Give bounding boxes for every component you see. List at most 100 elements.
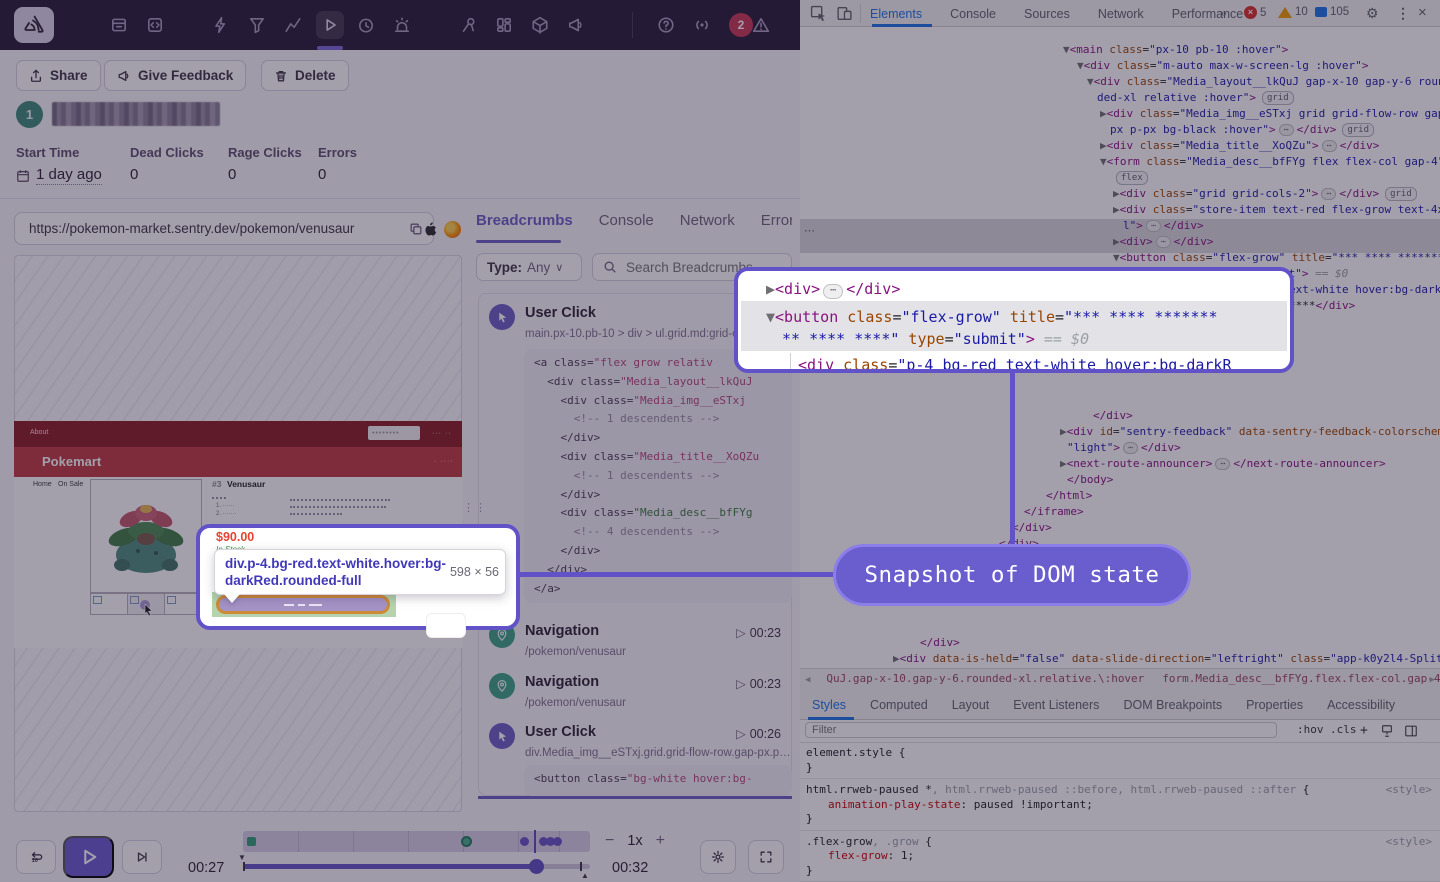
more-tabs-icon[interactable]: » <box>1220 6 1227 20</box>
sentry-logo[interactable] <box>14 7 54 43</box>
code-line[interactable]: ▼<div class="Media_layout__lkQuJ gap-x-1… <box>1087 74 1440 89</box>
code-line[interactable]: ▶<div>⋯</div> <box>1113 234 1214 249</box>
code-line[interactable]: </div> <box>1012 520 1052 535</box>
devtools-tab-console[interactable]: Console <box>950 7 996 21</box>
css-rule-origin[interactable]: <style> <box>1386 835 1432 850</box>
styles-tab-properties[interactable]: Properties <box>1246 698 1303 712</box>
nav-releases[interactable] <box>243 11 271 39</box>
code-line[interactable]: </div> <box>920 635 960 650</box>
css-rule[interactable]: .flex-grow, .grow {flex-grow: 1;}<style> <box>800 831 1440 882</box>
breadcrumb-title[interactable]: User Click <box>525 724 596 740</box>
nav-whats-new[interactable] <box>562 11 590 39</box>
styles-tab-dom-breakpoints[interactable]: DOM Breakpoints <box>1123 698 1222 712</box>
pokemart-nav-home[interactable]: Home <box>33 481 52 488</box>
code-line[interactable]: ▶<div class="store-item text-red flex-gr… <box>1113 202 1440 217</box>
nav-help[interactable] <box>652 11 680 39</box>
speed-decrease-button[interactable]: − <box>605 832 614 850</box>
code-line[interactable]: </html> <box>1046 488 1092 503</box>
css-property[interactable]: animation-play-state: paused !important; <box>806 798 1434 813</box>
seek-bar[interactable] <box>243 864 590 869</box>
player-settings-button[interactable] <box>700 840 736 874</box>
share-button[interactable]: Share <box>16 60 101 91</box>
tab-network[interactable]: Network <box>680 212 735 229</box>
code-line[interactable]: </iframe> <box>1024 504 1084 519</box>
nav-crons[interactable] <box>352 11 380 39</box>
devtools-tab-elements[interactable]: Elements <box>870 7 922 21</box>
devtools-tab-sources[interactable]: Sources <box>1024 7 1070 21</box>
fullscreen-button[interactable] <box>748 840 784 874</box>
console-warning-badge[interactable]: 10 <box>1278 6 1308 18</box>
class-toggle[interactable]: .cls <box>1330 723 1357 736</box>
devtools-tab-network[interactable]: Network <box>1098 7 1144 21</box>
code-line[interactable]: px p-px bg-black :hover">⋯</div>grid <box>1110 122 1374 137</box>
nav-dashboards[interactable] <box>490 11 518 39</box>
console-message-badge[interactable]: 105 <box>1315 6 1349 18</box>
code-line[interactable]: ▶<div class="Media_title__XoQZu">⋯</div> <box>1100 138 1379 153</box>
nav-feedback[interactable] <box>454 11 482 39</box>
hover-state-toggle[interactable]: :hov <box>1297 723 1324 736</box>
devtools-menu-icon[interactable]: ⋮ <box>1396 5 1410 21</box>
inspected-button-highlight[interactable] <box>216 595 390 614</box>
device-toolbar-icon[interactable] <box>836 5 853 22</box>
code-line[interactable]: ded-xl relative :hover">grid <box>1097 90 1294 105</box>
code-line[interactable]: ▶<next-route-announcer>⋯</next-route-ann… <box>1060 456 1386 471</box>
pokemart-nav-onsale[interactable]: On Sale <box>58 481 83 488</box>
breadcrumb-type-filter[interactable]: Type: Any ∨ <box>476 253 582 281</box>
console-error-badge[interactable]: ×5 <box>1244 6 1266 19</box>
play-button[interactable] <box>63 836 114 878</box>
inspect-element-icon[interactable] <box>810 5 827 22</box>
code-line[interactable]: ▶<div class="Media_img__eSTxj grid grid-… <box>1100 106 1440 121</box>
speed-increase-button[interactable]: + <box>656 832 665 850</box>
dom-breadcrumb[interactable]: QuJ.gap-x-10.gap-y-6.rounded-xl.relative… <box>826 672 1144 687</box>
code-line[interactable]: l">⋯</div> <box>1123 218 1204 233</box>
code-line[interactable]: ▼<div class="m-auto max-w-screen-lg :hov… <box>1077 58 1368 73</box>
delete-button[interactable]: Delete <box>261 60 349 91</box>
pokemart-search-box[interactable]: •••••••• <box>368 426 420 440</box>
pokemart-about-link[interactable]: About <box>30 429 48 436</box>
nav-onboarding[interactable] <box>747 11 775 39</box>
give-feedback-button[interactable]: Give Feedback <box>104 60 246 91</box>
seek-handle[interactable] <box>529 859 544 874</box>
new-style-rule-button[interactable]: + <box>1360 723 1368 738</box>
code-line[interactable]: <div class="p-4 bg-red text-white hover:… <box>798 354 1231 373</box>
product-thumbnail-2[interactable] <box>127 593 165 615</box>
nav-discover[interactable] <box>526 11 554 39</box>
nav-projects[interactable] <box>141 11 169 39</box>
devtools-settings-icon[interactable]: ⚙ <box>1366 5 1379 21</box>
styles-tab-accessibility[interactable]: Accessibility <box>1327 698 1395 712</box>
tab-console[interactable]: Console <box>599 212 654 229</box>
code-line[interactable]: ▶<div>⋯</div> <box>766 278 900 300</box>
nav-replays-active[interactable] <box>316 11 344 39</box>
code-line[interactable]: </body> <box>1067 472 1113 487</box>
copy-icon[interactable] <box>409 222 423 236</box>
styles-tab-computed[interactable]: Computed <box>870 698 928 712</box>
element-state-icon[interactable] <box>1380 724 1394 738</box>
tab-breadcrumbs[interactable]: Breadcrumbs <box>476 212 573 229</box>
crumb-scroll-right-icon[interactable]: ▶ <box>1430 675 1435 685</box>
css-rule[interactable]: element.style {} <box>800 742 1440 779</box>
nav-broadcast[interactable] <box>688 11 716 39</box>
breadcrumb-timestamp[interactable]: ▷00:23 <box>736 676 781 691</box>
code-line[interactable]: ▶<div id="sentry-feedback" data-sentry-f… <box>1060 424 1440 439</box>
code-line[interactable]: ▶<div data-is-held="false" data-slide-di… <box>893 651 1440 665</box>
breadcrumb-timestamp[interactable]: ▷00:23 <box>736 625 781 640</box>
tab-errors[interactable]: Errors <box>761 212 792 229</box>
code-line[interactable]: ▼<button class="flex-grow" title="*** **… <box>1113 250 1440 265</box>
product-thumbnail-1[interactable] <box>90 593 128 615</box>
nav-performance[interactable] <box>207 11 235 39</box>
devtools-tab-perform­ance[interactable]: Perform­ance <box>1172 7 1244 21</box>
nav-stats[interactable] <box>279 11 307 39</box>
timeline-events-track[interactable] <box>243 831 590 852</box>
code-line[interactable]: ▼<form class="Media_desc__bfFYg flex fle… <box>1100 154 1440 169</box>
css-rule-origin[interactable]: <style> <box>1386 783 1432 798</box>
styles-filter-input[interactable] <box>805 722 1277 738</box>
nav-issues[interactable] <box>105 11 133 39</box>
styles-tab-event-listeners[interactable]: Event Listeners <box>1013 698 1099 712</box>
code-line[interactable]: flex <box>1110 170 1148 185</box>
breadcrumb-title[interactable]: Navigation <box>525 623 599 639</box>
rewind-10-button[interactable]: 10 <box>16 840 56 874</box>
breadcrumb-title[interactable]: User Click <box>525 305 596 321</box>
breadcrumb-timestamp[interactable]: ▷00:26 <box>736 726 781 741</box>
css-property[interactable]: flex-grow: 1; <box>806 849 1434 864</box>
speed-value[interactable]: 1x <box>627 833 642 849</box>
